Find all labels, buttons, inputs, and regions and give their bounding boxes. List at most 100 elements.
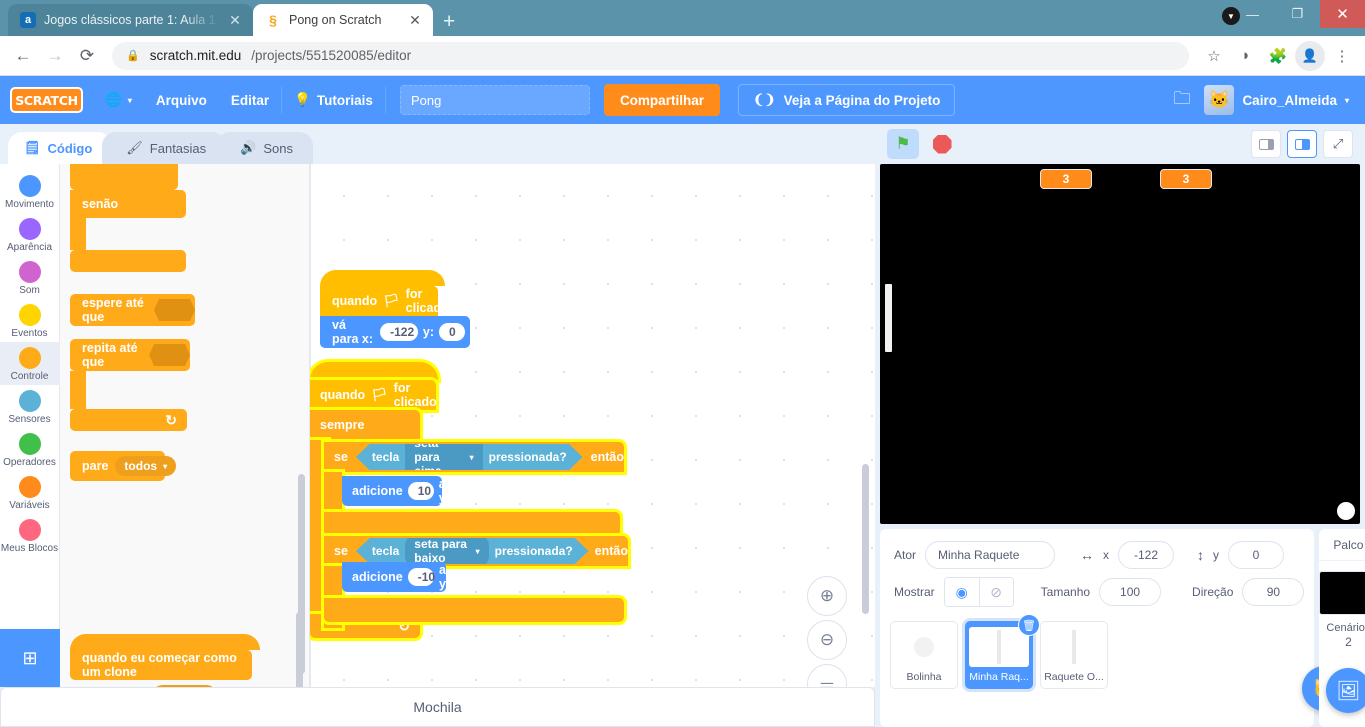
category-controle[interactable]: Controle <box>0 342 60 385</box>
paddle-left-sprite[interactable] <box>885 284 892 352</box>
sprite-y-input[interactable]: 0 <box>1228 541 1285 569</box>
project-title-input[interactable]: Pong <box>399 85 590 115</box>
script2-if1-head[interactable]: se tecla seta para cima ▾ pressionada? e… <box>324 442 624 472</box>
x-value-input[interactable]: -122 <box>380 323 418 341</box>
palette-block-quando-clone[interactable]: quando eu começar como um clone <box>70 650 252 680</box>
stage-thumbnail[interactable] <box>1319 571 1365 615</box>
category-aparencia[interactable]: Aparência <box>0 213 60 256</box>
palette-block-senao-arm2[interactable] <box>70 218 86 250</box>
script2-if1-body-adicione-y[interactable]: adicione 10 a y <box>342 476 446 506</box>
tab-codigo[interactable]: 🗒 Código <box>8 132 113 164</box>
trash-icon[interactable]: 🗑 <box>1018 614 1040 636</box>
script2-if2-condition[interactable]: tecla seta para baixo ▾ pressionada? <box>355 538 589 564</box>
cast-icon[interactable]: ◗ <box>1231 41 1261 71</box>
adicione-value-input[interactable]: -10 <box>407 568 435 586</box>
sprite-direction-input[interactable]: 90 <box>1242 578 1305 606</box>
palette-block-se-senao[interactable] <box>70 164 178 190</box>
palette-block-quando-clone-top[interactable] <box>70 634 260 650</box>
extensions-icon[interactable]: 🧩 <box>1263 41 1293 71</box>
close-icon[interactable]: ✕ <box>407 13 423 27</box>
stage[interactable]: 3 3 <box>880 164 1360 524</box>
stop-button[interactable] <box>927 129 957 159</box>
browser-tab-active[interactable]: § Pong on Scratch ✕ <box>253 4 433 36</box>
menu-tutoriais[interactable]: 💡 Tutoriais <box>282 76 385 124</box>
sprite-card-bolinha[interactable]: Bolinha <box>890 621 958 689</box>
category-variaveis[interactable]: Variáveis <box>0 471 60 514</box>
address-bar[interactable]: 🔒 scratch.mit.edu/projects/551520085/edi… <box>112 41 1189 70</box>
script2-hat-quando-clicado[interactable]: quando 🏳 for clicado <box>310 380 437 410</box>
palette-block-espere-ate-que[interactable]: espere até que <box>70 294 195 326</box>
boolean-slot[interactable] <box>149 344 190 366</box>
fullscreen-button[interactable]: ⤢ <box>1323 130 1353 158</box>
script2-hat-top[interactable] <box>310 362 438 380</box>
new-tab-button[interactable]: + <box>443 11 455 32</box>
zoom-out-button[interactable]: ⊖ <box>807 620 847 660</box>
eye-icon[interactable]: ◉ <box>944 578 979 606</box>
sprite-size-input[interactable]: 100 <box>1099 578 1162 606</box>
script2-if2-body-adicione-y[interactable]: adicione -10 a y <box>342 562 446 592</box>
tab-fantasias[interactable]: 🖌 Fantasias <box>102 132 227 164</box>
menu-editar[interactable]: Editar <box>219 76 281 124</box>
close-icon[interactable]: ✕ <box>227 13 243 27</box>
script2-if1-condition[interactable]: tecla seta para cima ▾ pressionada? <box>355 444 583 470</box>
tab-sons[interactable]: 🔊 Sons <box>216 132 313 164</box>
star-icon[interactable]: ☆ <box>1199 41 1229 71</box>
category-eventos[interactable]: Eventos <box>0 299 60 342</box>
workspace-scrollbar[interactable] <box>862 464 869 614</box>
y-value-input[interactable]: 0 <box>439 323 465 341</box>
browser-tab-inactive[interactable]: a Jogos clássicos parte 1: Aula 1 - A ✕ <box>8 4 253 36</box>
script1-hat-quando-clicado[interactable]: quando 🏳 for clicado <box>320 286 449 316</box>
sprite-card-raquete-oponente[interactable]: Raquete O... <box>1040 621 1108 689</box>
category-operadores[interactable]: Operadores <box>0 428 60 471</box>
palette-block-senao-foot[interactable] <box>70 250 186 272</box>
sprite-name-input[interactable]: Minha Raquete <box>925 541 1056 569</box>
visibility-toggle[interactable]: ◉ ⊘ <box>943 577 1014 607</box>
menu-icon[interactable]: ⋮ <box>1327 41 1357 71</box>
folder-icon[interactable]: 🗀 <box>1173 86 1190 115</box>
category-movimento[interactable]: Movimento <box>0 170 60 213</box>
eye-slash-icon[interactable]: ⊘ <box>978 578 1013 606</box>
script2-if1-foot[interactable] <box>324 512 620 536</box>
palette-scrollbar-inner[interactable] <box>296 612 303 687</box>
maximize-button[interactable]: ❐ <box>1275 0 1320 28</box>
reload-icon[interactable]: ⟳ <box>72 41 102 71</box>
adicione-value-input[interactable]: 10 <box>407 482 434 500</box>
palette-block-repita-ate-que[interactable]: repita até que <box>70 339 190 371</box>
language-selector[interactable]: 🌐 ▾ <box>93 76 144 124</box>
score-right-monitor[interactable]: 3 <box>1160 169 1212 189</box>
score-left-monitor[interactable]: 3 <box>1040 169 1092 189</box>
scratch-logo[interactable]: SCRATCH <box>10 87 83 113</box>
code-workspace[interactable]: quando 🏳 for clicado vá para x: -122 y: … <box>310 164 875 687</box>
zoom-reset-button[interactable]: ＝ <box>807 664 847 687</box>
category-meus-blocos[interactable]: Meus Blocos <box>0 514 60 557</box>
profile-icon[interactable]: 👤 <box>1295 40 1325 71</box>
add-backdrop-button[interactable]: 🖼 <box>1325 668 1365 713</box>
minimize-button[interactable]: — <box>1230 0 1275 28</box>
large-stage-button[interactable] <box>1287 130 1317 158</box>
forward-icon[interactable]: → <box>40 41 70 71</box>
project-page-button[interactable]: ❨❩ Veja a Página do Projeto <box>737 84 956 116</box>
boolean-slot[interactable] <box>154 299 195 321</box>
back-icon[interactable]: ← <box>8 41 38 71</box>
palette-block-pare[interactable]: pare todos ▾ <box>70 451 177 481</box>
sprite-x-input[interactable]: -122 <box>1118 541 1175 569</box>
palette-block-senao-label[interactable]: senão <box>70 190 186 218</box>
small-stage-button[interactable] <box>1251 130 1281 158</box>
account-menu[interactable]: 🐱 Cairo_Almeida ▾ <box>1204 85 1349 115</box>
script2-forever-head[interactable]: sempre <box>310 410 420 440</box>
ball-sprite[interactable] <box>1337 502 1355 520</box>
green-flag-button[interactable]: ⚑ <box>887 129 919 159</box>
zoom-in-button[interactable]: ⊕ <box>807 576 847 616</box>
add-extension-button[interactable]: ⊞ <box>0 629 60 687</box>
block-palette[interactable]: senão espere até que repita até que ↻ pa… <box>60 164 310 687</box>
share-button[interactable]: Compartilhar <box>603 84 720 116</box>
category-sensores[interactable]: Sensores <box>0 385 60 428</box>
key-dropdown[interactable]: seta para cima ▾ <box>405 444 483 470</box>
script1-block-va-para-xy[interactable]: vá para x: -122 y: 0 <box>320 316 470 348</box>
menu-arquivo[interactable]: Arquivo <box>144 76 219 124</box>
script2-if2-foot[interactable] <box>324 598 624 622</box>
sprite-card-minha-raquete[interactable]: 🗑 Minha Raq... <box>965 614 1040 689</box>
category-som[interactable]: Som <box>0 256 60 299</box>
pare-dropdown[interactable]: todos ▾ <box>115 456 177 476</box>
palette-block-repita-foot[interactable]: ↻ <box>70 409 187 431</box>
